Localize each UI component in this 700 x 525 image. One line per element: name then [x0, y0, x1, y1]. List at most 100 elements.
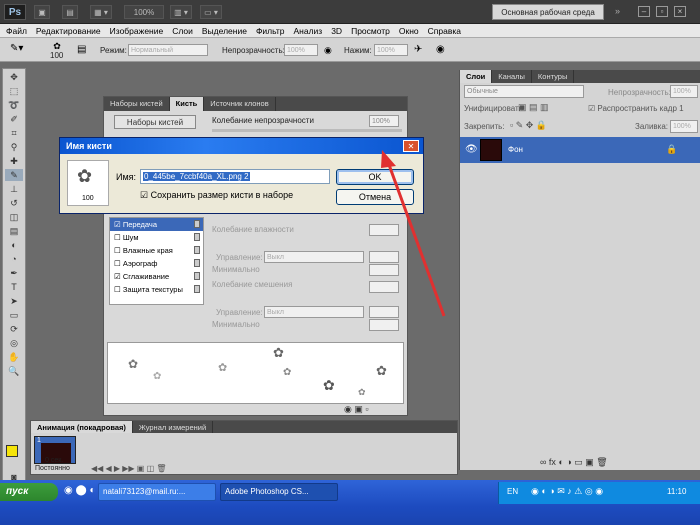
wet-jitter-value[interactable]: [369, 224, 399, 236]
minimize-icon[interactable]: –: [638, 6, 650, 17]
list-item-wet-edges[interactable]: ☐ Влажные края: [110, 244, 203, 257]
tab-animation[interactable]: Анимация (покадровая): [31, 421, 133, 433]
maximize-icon[interactable]: ▫: [656, 6, 668, 17]
layer-opacity-input[interactable]: 100%: [670, 85, 698, 98]
history-brush-tool-icon[interactable]: ↺: [5, 197, 23, 209]
tab-brush-presets[interactable]: Наборы кистей: [104, 97, 170, 111]
menu-file[interactable]: Файл: [6, 26, 27, 36]
tab-layers[interactable]: Слои: [460, 70, 493, 83]
layers-footer-icons[interactable]: ∞ fx ◐ ◑ ▭ ▣ 🗑: [540, 457, 608, 468]
panel-footer-icons[interactable]: ◉ ▣ ▫: [344, 404, 369, 415]
spread-frame-checkbox[interactable]: ☑ Распространить кадр 1: [588, 104, 684, 113]
start-button[interactable]: пуск: [0, 483, 58, 501]
opacity-input[interactable]: 100%: [284, 44, 318, 56]
loop-select[interactable]: Постоянно: [35, 465, 70, 472]
close-icon[interactable]: ×: [674, 6, 686, 17]
blend-mode-select[interactable]: Обычные: [464, 85, 584, 98]
control-select[interactable]: Выкл: [264, 251, 364, 263]
menu-edit[interactable]: Редактирование: [36, 26, 101, 36]
menu-select[interactable]: Выделение: [202, 26, 247, 36]
mix-jitter-value[interactable]: [369, 281, 399, 293]
opacity-jitter-value[interactable]: 100%: [369, 115, 399, 127]
menu-3d[interactable]: 3D: [331, 26, 342, 36]
lock-icon[interactable]: [194, 285, 200, 293]
taskbar-item-browser[interactable]: natali73123@mail.ru:...: [98, 483, 216, 501]
layer-row-background[interactable]: 👁 Фон 🔒: [460, 137, 700, 163]
cancel-button[interactable]: Отмена: [336, 189, 414, 205]
brush-tool-icon[interactable]: ✎▾: [10, 43, 23, 54]
minibridge-icon[interactable]: ▤: [62, 5, 78, 19]
frame-time[interactable]: 0 сек.: [45, 457, 63, 464]
blur-tool-icon[interactable]: ◐: [5, 239, 23, 251]
menu-filter[interactable]: Фильтр: [256, 26, 285, 36]
tray-icons[interactable]: ◉ ◐ ◑ ✉ ♪ ⚠ ◎ ◉: [531, 486, 603, 497]
menu-image[interactable]: Изображение: [110, 26, 164, 36]
playback-controls[interactable]: ◀◀ ◀ ▶ ▶▶ ▣ ◫ 🗑: [91, 464, 167, 473]
pen-tool-icon[interactable]: ✒: [5, 267, 23, 279]
zoom-tool-icon[interactable]: 🔍: [5, 365, 23, 377]
menu-analysis[interactable]: Анализ: [294, 26, 323, 36]
foreground-color-swatch[interactable]: [6, 445, 18, 457]
shape-tool-icon[interactable]: ▭: [5, 309, 23, 321]
size-pressure-icon[interactable]: ◉: [436, 44, 445, 55]
list-item-transfer[interactable]: ☑ Передача: [110, 218, 203, 231]
tab-measurement-log[interactable]: Журнал измерений: [133, 421, 214, 433]
lock-icons[interactable]: ▫ ✎ ✥ 🔒: [510, 120, 547, 131]
menu-view[interactable]: Просмотр: [351, 26, 390, 36]
path-select-tool-icon[interactable]: ➤: [5, 295, 23, 307]
menu-window[interactable]: Окно: [399, 26, 419, 36]
control-extra[interactable]: [369, 251, 399, 263]
arrange-documents-icon[interactable]: ▥ ▾: [170, 5, 192, 19]
minimum-value[interactable]: [369, 264, 399, 276]
type-tool-icon[interactable]: T: [5, 281, 23, 293]
zoom-level-dropdown[interactable]: 100%: [124, 5, 164, 19]
minimum2-value[interactable]: [369, 319, 399, 331]
eraser-tool-icon[interactable]: ◫: [5, 211, 23, 223]
lock-icon[interactable]: [194, 220, 200, 228]
eyedropper-tool-icon[interactable]: ⚲: [5, 141, 23, 153]
eye-icon[interactable]: 👁: [465, 144, 478, 155]
taskbar-item-photoshop[interactable]: Adobe Photoshop CS...: [220, 483, 338, 501]
workspace-button[interactable]: Основная рабочая среда: [492, 4, 604, 20]
workspace-menu-icon[interactable]: »: [615, 6, 627, 17]
opacity-pressure-icon[interactable]: ◉: [324, 45, 332, 56]
unify-icons[interactable]: ▣ ▤ ▥: [518, 102, 549, 113]
brush-panel-toggle-icon[interactable]: ▤: [77, 44, 86, 55]
airbrush-icon[interactable]: ✈: [414, 44, 422, 55]
list-item-noise[interactable]: ☐ Шум: [110, 231, 203, 244]
control2-select[interactable]: Выкл: [264, 306, 364, 318]
opacity-jitter-slider[interactable]: [212, 129, 402, 132]
crop-tool-icon[interactable]: ⌗: [5, 127, 23, 139]
3d-orbit-tool-icon[interactable]: ◎: [5, 337, 23, 349]
fill-input[interactable]: 100%: [670, 120, 698, 133]
language-indicator[interactable]: EN: [507, 487, 518, 496]
list-item-airbrush[interactable]: ☐ Аэрограф: [110, 257, 203, 270]
tab-clone-source[interactable]: Источник клонов: [204, 97, 276, 111]
3d-rotate-tool-icon[interactable]: ⟳: [5, 323, 23, 335]
brush-presets-button[interactable]: Наборы кистей: [114, 115, 196, 129]
control2-extra[interactable]: [369, 306, 399, 318]
clone-stamp-tool-icon[interactable]: ⊥: [5, 183, 23, 195]
keep-size-checkbox[interactable]: ☑ Сохранить размер кисти в наборе: [140, 190, 293, 201]
bridge-icon[interactable]: ▣: [34, 5, 50, 19]
ok-button[interactable]: OK: [336, 169, 414, 185]
lasso-tool-icon[interactable]: ➰: [5, 99, 23, 111]
pressure-input[interactable]: 100%: [374, 44, 408, 56]
view-extras-icon[interactable]: ▦ ▾: [90, 5, 112, 19]
list-item-smoothing[interactable]: ☑ Сглаживание: [110, 270, 203, 283]
lock-icon[interactable]: [194, 259, 200, 267]
tab-brush[interactable]: Кисть: [169, 97, 205, 111]
quick-select-tool-icon[interactable]: ✐: [5, 113, 23, 125]
menu-layer[interactable]: Слои: [172, 26, 193, 36]
menu-help[interactable]: Справка: [428, 26, 461, 36]
hand-tool-icon[interactable]: ✋: [5, 351, 23, 363]
dialog-close-icon[interactable]: ✕: [403, 140, 419, 152]
lock-icon[interactable]: [194, 233, 200, 241]
lock-icon[interactable]: [194, 246, 200, 254]
marquee-tool-icon[interactable]: ⬚: [5, 85, 23, 97]
lock-icon[interactable]: [194, 272, 200, 280]
move-tool-icon[interactable]: ✥: [5, 71, 23, 83]
gradient-tool-icon[interactable]: ▤: [5, 225, 23, 237]
tab-channels[interactable]: Каналы: [492, 70, 532, 83]
list-item-protect-texture[interactable]: ☐ Защита текстуры: [110, 283, 203, 296]
